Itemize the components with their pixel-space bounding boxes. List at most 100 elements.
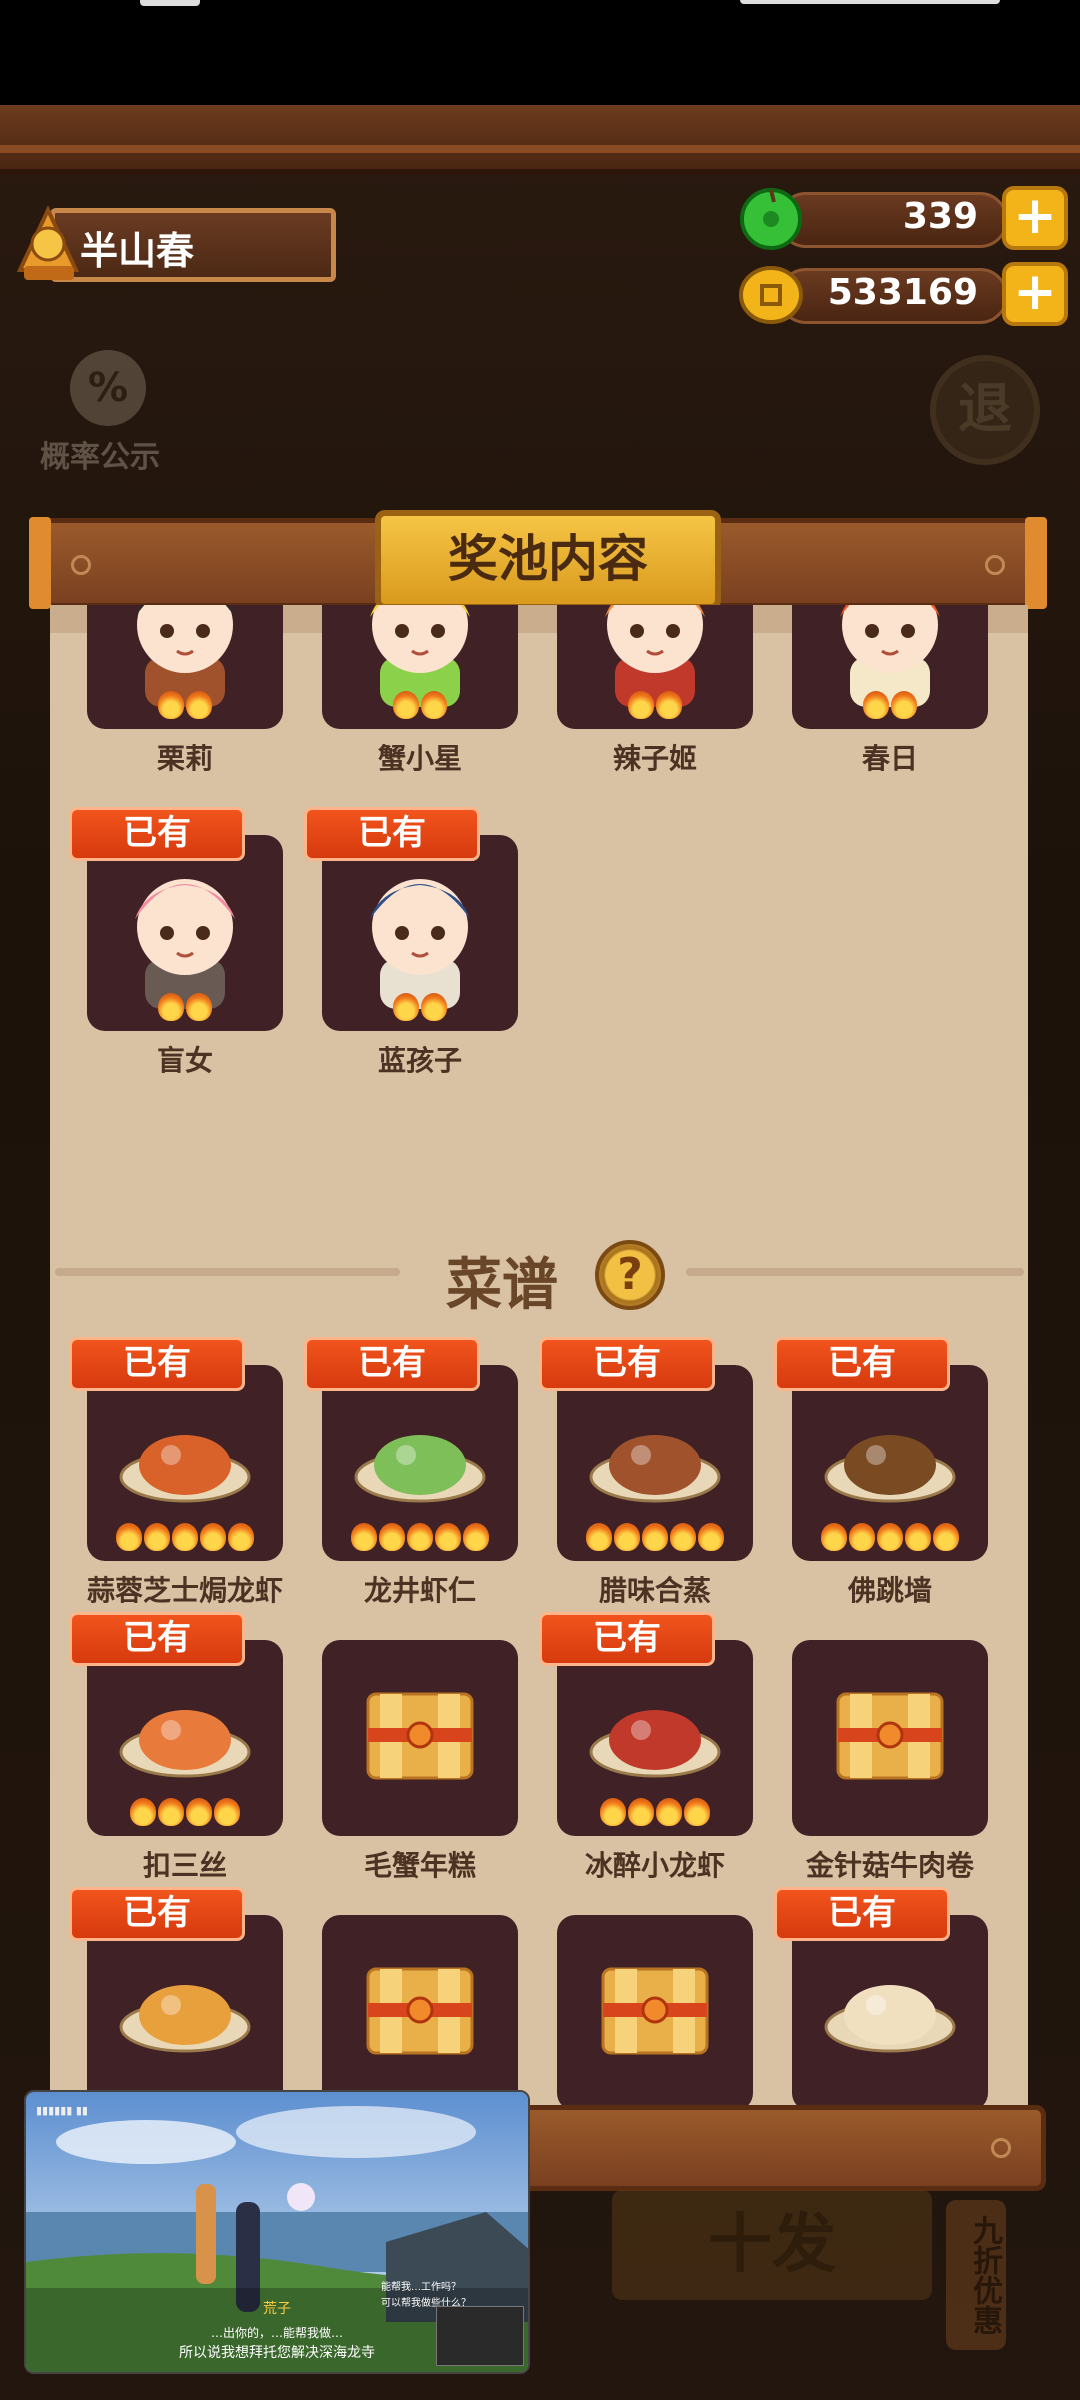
coin-currency: 533169 + <box>738 262 1068 326</box>
recipe-item[interactable]: 已有 冰醉小龙虾 <box>539 1612 753 1882</box>
character-card[interactable] <box>87 835 283 1031</box>
flame-star-icon <box>186 1798 212 1826</box>
player-avatar-icon <box>16 205 80 280</box>
recipe-card[interactable] <box>87 1640 283 1836</box>
flame-star-icon <box>186 691 212 719</box>
recipe-card[interactable] <box>557 1915 753 2105</box>
flame-star-icon <box>586 1523 612 1551</box>
recipe-card[interactable] <box>792 1640 988 1836</box>
flame-star-icon <box>393 691 419 719</box>
character-card[interactable] <box>322 605 518 729</box>
dish-icon <box>119 1710 251 1778</box>
flame-star-icon <box>116 1523 142 1551</box>
recipe-item[interactable]: 金针菇牛肉卷 <box>792 1640 988 1882</box>
recipe-item[interactable]: 已有 <box>774 1887 988 2105</box>
recipe-card[interactable] <box>557 1640 753 1836</box>
recipe-item[interactable]: 已有 腊味合蒸 <box>539 1337 753 1607</box>
owned-badge: 已有 <box>69 1337 245 1391</box>
dish-icon <box>119 1985 251 2053</box>
owned-badge: 已有 <box>774 1337 950 1391</box>
probability-label: 概率公示 <box>40 440 160 475</box>
rarity-flames <box>87 1523 283 1555</box>
rarity-flames <box>792 691 988 723</box>
pip-video-overlay[interactable]: ▮▮▮▮▮▮ ▮▮ 能帮我…工作吗？ 可以帮我做些什么？ 荒子 …出你的，…能帮… <box>24 2090 530 2374</box>
character-name: 蓝孩子 <box>377 1044 462 1077</box>
flame-star-icon <box>214 1798 240 1826</box>
prize-pool-panel[interactable]: 栗莉 蟹小星 辣子姬 春日 已有 盲女 已有 蓝孩子 菜谱 ? 已有 蒜蓉芝士焗龙虾 已有 龙井虾仁… <box>50 605 1028 2105</box>
flame-star-icon <box>393 993 419 1021</box>
recipe-item[interactable] <box>557 1915 753 2105</box>
coin-amount: 533169 <box>827 272 978 313</box>
bolt-icon <box>991 2138 1011 2158</box>
dish-icon <box>824 1435 956 1503</box>
flame-star-icon <box>656 1798 682 1826</box>
player-info[interactable]: 半山春 <box>10 200 336 282</box>
owned-badge: 已有 <box>69 1887 245 1941</box>
player-name: 半山春 <box>80 229 195 273</box>
character-card[interactable] <box>557 605 753 729</box>
recipe-name: 金针菇牛肉卷 <box>805 1849 974 1882</box>
recipe-item[interactable]: 毛蟹年糕 <box>322 1640 518 1882</box>
owned-badge: 已有 <box>69 807 245 861</box>
flame-star-icon <box>614 1523 640 1551</box>
recipe-item[interactable]: 已有 <box>69 1887 283 2105</box>
rarity-flames <box>322 691 518 723</box>
recipes-section-header: 菜谱 ? <box>50 1230 1028 1320</box>
recipe-card[interactable] <box>792 1915 988 2105</box>
rarity-flames <box>557 691 753 723</box>
recipe-item[interactable]: 已有 佛跳墙 <box>774 1337 988 1607</box>
recipe-item[interactable]: 已有 龙井虾仁 <box>304 1337 518 1607</box>
flame-star-icon <box>656 691 682 719</box>
character-card[interactable] <box>792 605 988 729</box>
flame-star-icon <box>200 1523 226 1551</box>
flame-star-icon <box>863 691 889 719</box>
help-icon[interactable]: ? <box>595 1240 665 1310</box>
flame-star-icon <box>600 1798 626 1826</box>
mystery-scroll-icon <box>366 1692 474 1780</box>
rarity-flames <box>87 691 283 723</box>
flame-star-icon <box>463 1523 489 1551</box>
owned-badge: 已有 <box>304 807 480 861</box>
flame-star-icon <box>172 1523 198 1551</box>
recipe-item[interactable]: 已有 蒜蓉芝士焗龙虾 <box>69 1337 283 1607</box>
discount-promo-tag[interactable]: 九折优惠 <box>946 2200 1006 2350</box>
recipe-card[interactable] <box>87 1365 283 1561</box>
recipe-card[interactable] <box>322 1365 518 1561</box>
character-item[interactable]: 栗莉 <box>87 605 283 775</box>
bolt-icon <box>71 555 91 575</box>
character-portrait-icon <box>135 879 235 1009</box>
recipe-item[interactable]: 已有 扣三丝 <box>69 1612 283 1882</box>
system-status-icons <box>740 0 1000 4</box>
flame-star-icon <box>186 993 212 1021</box>
character-item[interactable]: 春日 <box>792 605 988 775</box>
character-portrait-icon <box>370 879 470 1009</box>
recipe-item[interactable] <box>322 1915 518 2105</box>
flame-star-icon <box>421 993 447 1021</box>
add-coins-button[interactable]: + <box>1002 262 1068 326</box>
flame-star-icon <box>670 1523 696 1551</box>
flame-star-icon <box>642 1523 668 1551</box>
ten-draw-button[interactable]: 十发 <box>612 2190 932 2300</box>
status-bar <box>0 0 1080 105</box>
character-item[interactable]: 辣子姬 <box>557 605 753 775</box>
probability-disclosure-button[interactable]: % 概率公示 <box>40 350 180 475</box>
add-jade-button[interactable]: + <box>1002 186 1068 250</box>
streamer-webcam <box>436 2306 524 2366</box>
flame-star-icon <box>379 1523 405 1551</box>
recipe-card[interactable] <box>322 1915 518 2105</box>
character-item[interactable]: 已有蓝孩子 <box>304 807 518 1077</box>
recipe-card[interactable] <box>557 1365 753 1561</box>
character-card[interactable] <box>322 835 518 1031</box>
character-item[interactable]: 蟹小星 <box>322 605 518 775</box>
character-item[interactable]: 已有 盲女 <box>69 807 283 1077</box>
flame-star-icon <box>891 691 917 719</box>
character-card[interactable] <box>87 605 283 729</box>
recipe-card[interactable] <box>792 1365 988 1561</box>
video-channel-label: ▮▮▮▮▮▮ ▮▮ <box>36 2104 88 2117</box>
owned-badge: 已有 <box>69 1612 245 1666</box>
exit-button[interactable]: 退 <box>930 355 1040 465</box>
recipe-card[interactable] <box>87 1915 283 2105</box>
recipe-card[interactable] <box>322 1640 518 1836</box>
flame-star-icon <box>698 1523 724 1551</box>
flame-star-icon <box>933 1523 959 1551</box>
